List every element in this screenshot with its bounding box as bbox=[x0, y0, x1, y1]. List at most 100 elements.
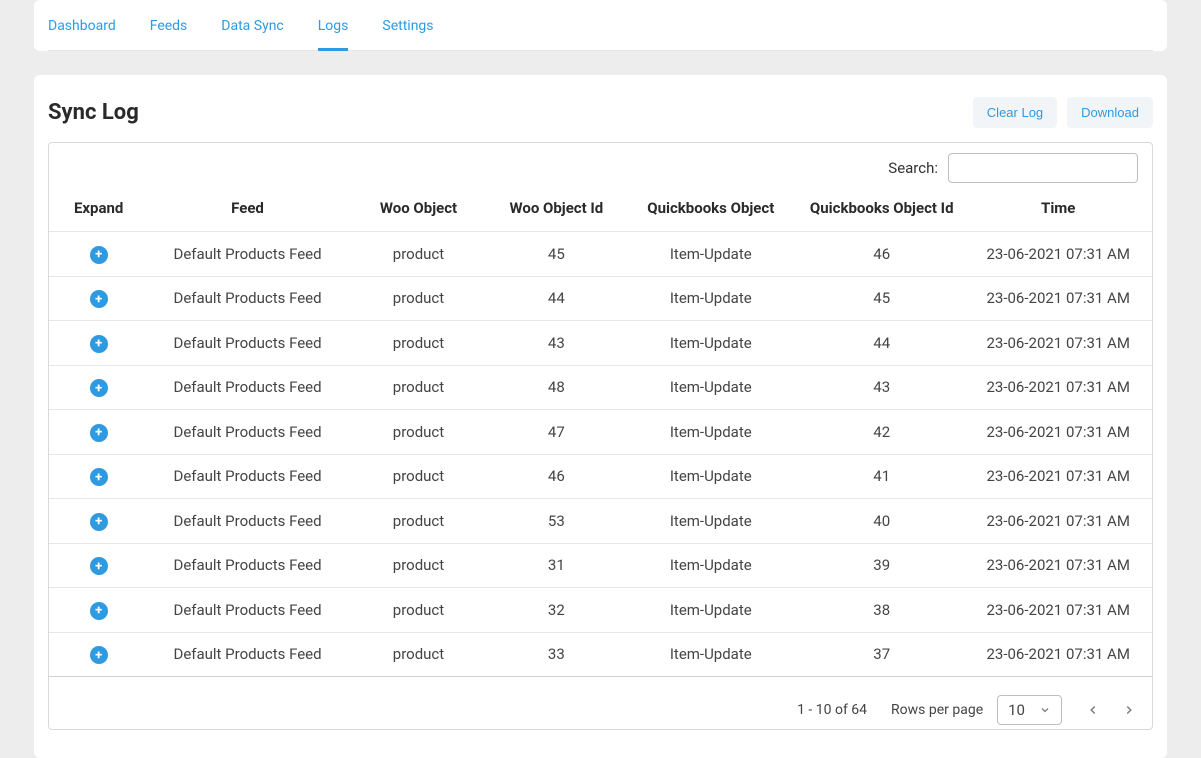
cell-woo-id: 43 bbox=[490, 321, 622, 366]
cell-expand: + bbox=[49, 232, 148, 277]
download-button[interactable]: Download bbox=[1067, 97, 1153, 128]
cell-qb-object: Item-Update bbox=[623, 543, 799, 588]
rows-per-page-select[interactable]: 10 bbox=[997, 695, 1062, 725]
cell-expand: + bbox=[49, 543, 148, 588]
col-header-time[interactable]: Time bbox=[964, 189, 1152, 232]
content-card: Sync Log Clear Log Download Search: Expa… bbox=[34, 75, 1167, 758]
search-input[interactable] bbox=[948, 153, 1138, 183]
expand-row-icon[interactable]: + bbox=[90, 379, 108, 397]
pagination: 1 - 10 of 64 Rows per page 10 bbox=[49, 677, 1152, 729]
expand-row-icon[interactable]: + bbox=[90, 246, 108, 264]
cell-qb-object: Item-Update bbox=[623, 499, 799, 544]
table-row: + Default Products Feedproduct31Item-Upda… bbox=[49, 543, 1152, 588]
table-row: + Default Products Feedproduct43Item-Upda… bbox=[49, 321, 1152, 366]
cell-qb-id: 44 bbox=[799, 321, 964, 366]
cell-feed: Default Products Feed bbox=[148, 543, 347, 588]
cell-woo-object: product bbox=[347, 632, 490, 677]
cell-qb-id: 43 bbox=[799, 365, 964, 410]
cell-woo-object: product bbox=[347, 543, 490, 588]
cell-qb-id: 45 bbox=[799, 276, 964, 321]
cell-woo-object: product bbox=[347, 499, 490, 544]
cell-feed: Default Products Feed bbox=[148, 321, 347, 366]
cell-expand: + bbox=[49, 321, 148, 366]
cell-woo-id: 53 bbox=[490, 499, 622, 544]
cell-time: 23-06-2021 07:31 AM bbox=[964, 454, 1152, 499]
cell-qb-object: Item-Update bbox=[623, 276, 799, 321]
cell-expand: + bbox=[49, 499, 148, 544]
next-page-button[interactable] bbox=[1122, 703, 1136, 717]
pagination-range: 1 - 10 of 64 bbox=[797, 702, 867, 718]
cell-feed: Default Products Feed bbox=[148, 410, 347, 455]
cell-qb-id: 37 bbox=[799, 632, 964, 677]
cell-woo-id: 45 bbox=[490, 232, 622, 277]
cell-woo-id: 33 bbox=[490, 632, 622, 677]
cell-expand: + bbox=[49, 276, 148, 321]
tab-logs[interactable]: Logs bbox=[318, 0, 349, 50]
col-header-woo-object-id[interactable]: Woo Object Id bbox=[490, 189, 622, 232]
cell-qb-object: Item-Update bbox=[623, 410, 799, 455]
cell-feed: Default Products Feed bbox=[148, 588, 347, 633]
cell-time: 23-06-2021 07:31 AM bbox=[964, 321, 1152, 366]
expand-row-icon[interactable]: + bbox=[90, 468, 108, 486]
cell-time: 23-06-2021 07:31 AM bbox=[964, 543, 1152, 588]
expand-row-icon[interactable]: + bbox=[90, 290, 108, 308]
clear-log-button[interactable]: Clear Log bbox=[973, 97, 1057, 128]
table-row: +Default Products Feedproduct47Item-Upda… bbox=[49, 410, 1152, 455]
cell-expand: + bbox=[49, 632, 148, 677]
tab-data-sync[interactable]: Data Sync bbox=[221, 0, 283, 50]
nav-tabs: Dashboard Feeds Data Sync Logs Settings bbox=[48, 0, 1153, 51]
expand-row-icon[interactable]: + bbox=[90, 646, 108, 664]
expand-row-icon[interactable]: + bbox=[90, 424, 108, 442]
cell-woo-id: 47 bbox=[490, 410, 622, 455]
cell-feed: Default Products Feed bbox=[148, 365, 347, 410]
cell-qb-object: Item-Update bbox=[623, 365, 799, 410]
col-header-feed[interactable]: Feed bbox=[148, 189, 347, 232]
cell-time: 23-06-2021 07:31 AM bbox=[964, 365, 1152, 410]
cell-woo-id: 44 bbox=[490, 276, 622, 321]
cell-qb-object: Item-Update bbox=[623, 588, 799, 633]
expand-row-icon[interactable]: + bbox=[90, 335, 108, 353]
cell-qb-id: 40 bbox=[799, 499, 964, 544]
col-header-woo-object[interactable]: Woo Object bbox=[347, 189, 490, 232]
col-header-qb-object[interactable]: Quickbooks Object bbox=[623, 189, 799, 232]
table-row: +Default Products Feedproduct45Item-Upda… bbox=[49, 232, 1152, 277]
cell-expand: + bbox=[49, 410, 148, 455]
cell-qb-id: 46 bbox=[799, 232, 964, 277]
prev-page-button[interactable] bbox=[1086, 703, 1100, 717]
cell-qb-object: Item-Update bbox=[623, 321, 799, 366]
cell-woo-id: 48 bbox=[490, 365, 622, 410]
rows-per-page-value: 10 bbox=[1008, 701, 1025, 719]
table-row: +Default Products Feedproduct46Item-Upda… bbox=[49, 454, 1152, 499]
cell-woo-object: product bbox=[347, 321, 490, 366]
table-header-row: Expand Feed Woo Object Woo Object Id Qui… bbox=[49, 189, 1152, 232]
tab-settings[interactable]: Settings bbox=[382, 0, 433, 50]
expand-row-icon[interactable]: + bbox=[90, 557, 108, 575]
table-row: +Default Products Feedproduct53Item-Upda… bbox=[49, 499, 1152, 544]
col-header-expand[interactable]: Expand bbox=[49, 189, 148, 232]
sync-log-table: Expand Feed Woo Object Woo Object Id Qui… bbox=[49, 189, 1152, 677]
cell-woo-id: 31 bbox=[490, 543, 622, 588]
page-title: Sync Log bbox=[48, 100, 139, 125]
search-row: Search: bbox=[49, 143, 1152, 189]
table-wrapper: Search: Expand Feed Woo Object Woo Objec… bbox=[48, 142, 1153, 730]
tab-dashboard[interactable]: Dashboard bbox=[48, 0, 116, 50]
expand-row-icon[interactable]: + bbox=[90, 602, 108, 620]
cell-time: 23-06-2021 07:31 AM bbox=[964, 632, 1152, 677]
tab-feeds[interactable]: Feeds bbox=[150, 0, 188, 50]
cell-feed: Default Products Feed bbox=[148, 232, 347, 277]
action-buttons: Clear Log Download bbox=[973, 97, 1153, 128]
table-row: +Default Products Feedproduct48Item-Upda… bbox=[49, 365, 1152, 410]
cell-woo-object: product bbox=[347, 588, 490, 633]
cell-woo-id: 32 bbox=[490, 588, 622, 633]
cell-time: 23-06-2021 07:31 AM bbox=[964, 499, 1152, 544]
cell-qb-object: Item-Update bbox=[623, 454, 799, 499]
cell-qb-id: 39 bbox=[799, 543, 964, 588]
chevron-down-icon bbox=[1039, 704, 1051, 716]
col-header-qb-object-id[interactable]: Quickbooks Object Id bbox=[799, 189, 964, 232]
cell-woo-object: product bbox=[347, 232, 490, 277]
cell-feed: Default Products Feed bbox=[148, 276, 347, 321]
search-label: Search: bbox=[888, 159, 938, 177]
expand-row-icon[interactable]: + bbox=[90, 513, 108, 531]
cell-feed: Default Products Feed bbox=[148, 454, 347, 499]
cell-expand: + bbox=[49, 365, 148, 410]
